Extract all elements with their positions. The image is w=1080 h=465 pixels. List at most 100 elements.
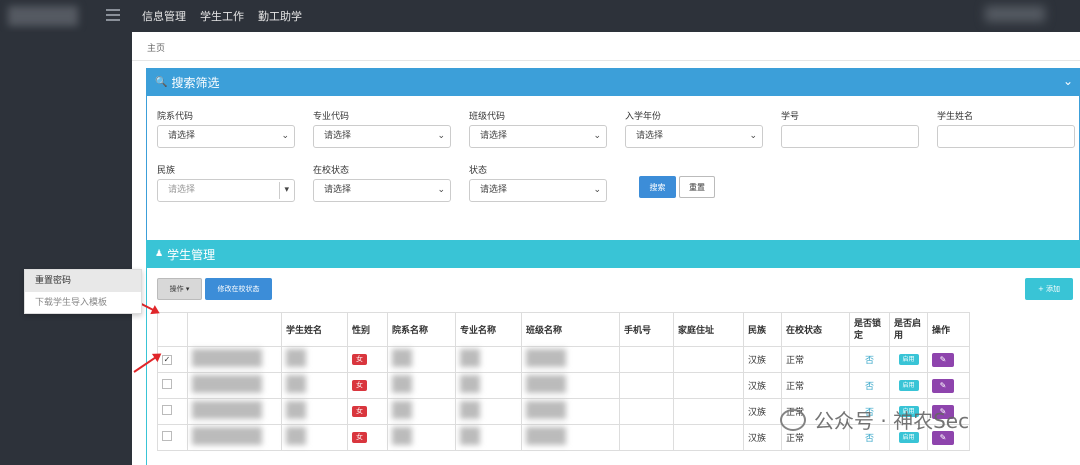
- locked-value: 否: [864, 382, 874, 392]
- gender-tag: 女: [352, 380, 367, 391]
- row-checkbox-cell[interactable]: [157, 424, 188, 451]
- enroll-year-field: 入学年份 请选择 ⌄: [625, 109, 763, 148]
- school-status-label: 在校状态: [313, 166, 350, 176]
- operation-dropdown-menu: 重置密码 下载学生导入模板: [24, 269, 142, 314]
- redacted: [192, 401, 262, 419]
- major-code-label: 专业代码: [313, 112, 350, 122]
- gender-tag: 女: [352, 406, 367, 417]
- col-major: 专业名称: [455, 312, 522, 347]
- top-nav: 信息管理 学生工作 勤工助学: [142, 0, 316, 32]
- cell-id: [187, 424, 282, 451]
- col-name: 学生姓名: [281, 312, 348, 347]
- collapse-icon[interactable]: ⌄: [1063, 74, 1073, 88]
- row-checkbox-cell[interactable]: ✓: [157, 346, 188, 373]
- cell-status: 正常: [781, 346, 850, 373]
- cell-class: [521, 424, 620, 451]
- student-panel-title: 学生管理: [167, 247, 216, 262]
- cell-actions: ✎: [927, 372, 970, 399]
- major-code-field: 专业代码 请选择 ⌄: [313, 109, 451, 148]
- redacted: [460, 349, 480, 367]
- cell-address: [673, 372, 744, 399]
- status-label: 状态: [469, 166, 488, 176]
- add-button[interactable]: + 添加: [1025, 278, 1073, 300]
- dept-code-label: 院系代码: [157, 112, 194, 122]
- cell-enabled: 启用: [889, 372, 928, 399]
- redacted: [526, 349, 566, 367]
- table-row[interactable]: 女 汉族 正常 否 启用 ✎: [157, 372, 970, 399]
- operation-dropdown-button[interactable]: 操作 ▾: [157, 278, 202, 300]
- student-name-field: 学生姓名: [937, 109, 1075, 148]
- reset-button[interactable]: 重置: [679, 176, 715, 198]
- cell-phone: [619, 346, 674, 373]
- cell-nation: 汉族: [743, 424, 782, 451]
- gender-tag: 女: [352, 432, 367, 443]
- enable-badge[interactable]: 启用: [898, 354, 919, 365]
- search-panel-title: 搜索筛选: [171, 76, 220, 90]
- cell-nation: 汉族: [743, 398, 782, 425]
- breadcrumb[interactable]: 主页: [147, 41, 165, 54]
- enroll-year-select[interactable]: 请选择 ⌄: [625, 125, 763, 148]
- class-code-label: 班级代码: [469, 112, 506, 122]
- cell-phone: [619, 424, 674, 451]
- cell-gender: 女: [347, 424, 388, 451]
- divider: [132, 60, 1080, 61]
- major-code-select[interactable]: 请选择 ⌄: [313, 125, 451, 148]
- user-menu[interactable]: [985, 6, 1045, 22]
- nation-select[interactable]: 请选择 ▾: [157, 179, 295, 202]
- student-id-input[interactable]: [781, 125, 919, 148]
- redacted: [192, 349, 262, 367]
- row-checkbox[interactable]: [162, 431, 172, 441]
- cell-phone: [619, 398, 674, 425]
- col-locked: 是否锁定: [849, 312, 890, 347]
- student-name-input[interactable]: [937, 125, 1075, 148]
- school-status-select[interactable]: 请选择 ⌄: [313, 179, 451, 202]
- dept-code-field: 院系代码 请选择 ⌄: [157, 109, 295, 148]
- redacted: [392, 427, 412, 445]
- enable-badge[interactable]: 启用: [898, 380, 919, 391]
- status-select[interactable]: 请选择 ⌄: [469, 179, 607, 202]
- cell-id: [187, 346, 282, 373]
- cell-class: [521, 372, 620, 399]
- row-checkbox[interactable]: [162, 379, 172, 389]
- enroll-year-value: 请选择: [636, 131, 664, 141]
- topnav-item-work-study[interactable]: 勤工助学: [258, 8, 302, 24]
- menu-item-download-template[interactable]: 下载学生导入模板: [25, 292, 141, 314]
- table-row[interactable]: ✓ 女 汉族 正常 否 启用 ✎: [157, 346, 970, 373]
- redacted: [286, 427, 306, 445]
- cell-major: [455, 424, 522, 451]
- cell-status: 正常: [781, 372, 850, 399]
- dept-code-select[interactable]: 请选择 ⌄: [157, 125, 295, 148]
- class-code-select[interactable]: 请选择 ⌄: [469, 125, 607, 148]
- watermark-text: 公众号 · 神农Sec: [814, 409, 970, 433]
- chevron-down-icon: ⌄: [593, 131, 601, 141]
- topnav-item-student-work[interactable]: 学生工作: [200, 8, 244, 24]
- divider: [279, 182, 280, 199]
- cell-class: [521, 398, 620, 425]
- redacted: [526, 401, 566, 419]
- cell-address: [673, 424, 744, 451]
- menu-toggle-icon[interactable]: [106, 9, 120, 21]
- redacted: [460, 401, 480, 419]
- row-checkbox-cell[interactable]: [157, 398, 188, 425]
- row-checkbox-cell[interactable]: [157, 372, 188, 399]
- cell-gender: 女: [347, 372, 388, 399]
- search-panel-header[interactable]: 🔍 搜索筛选: [147, 69, 1079, 96]
- chevron-down-icon: ⌄: [437, 185, 445, 195]
- cell-nation: 汉族: [743, 372, 782, 399]
- locked-value: 否: [864, 434, 874, 444]
- modify-status-button[interactable]: 修改在校状态: [205, 278, 272, 300]
- row-checkbox[interactable]: [162, 405, 172, 415]
- redacted: [526, 375, 566, 393]
- cell-locked: 否: [849, 372, 890, 399]
- search-button[interactable]: 搜索: [639, 176, 676, 198]
- cell-dept: [387, 398, 456, 425]
- topnav-item-info[interactable]: 信息管理: [142, 8, 186, 24]
- edit-icon[interactable]: ✎: [932, 378, 954, 393]
- col-checkbox: [157, 312, 188, 347]
- col-nation: 民族: [743, 312, 782, 347]
- student-id-field: 学号: [781, 109, 919, 148]
- menu-item-reset-password[interactable]: 重置密码: [25, 270, 141, 292]
- class-code-value: 请选择: [480, 131, 508, 141]
- dept-code-value: 请选择: [168, 131, 196, 141]
- edit-icon[interactable]: ✎: [932, 352, 954, 367]
